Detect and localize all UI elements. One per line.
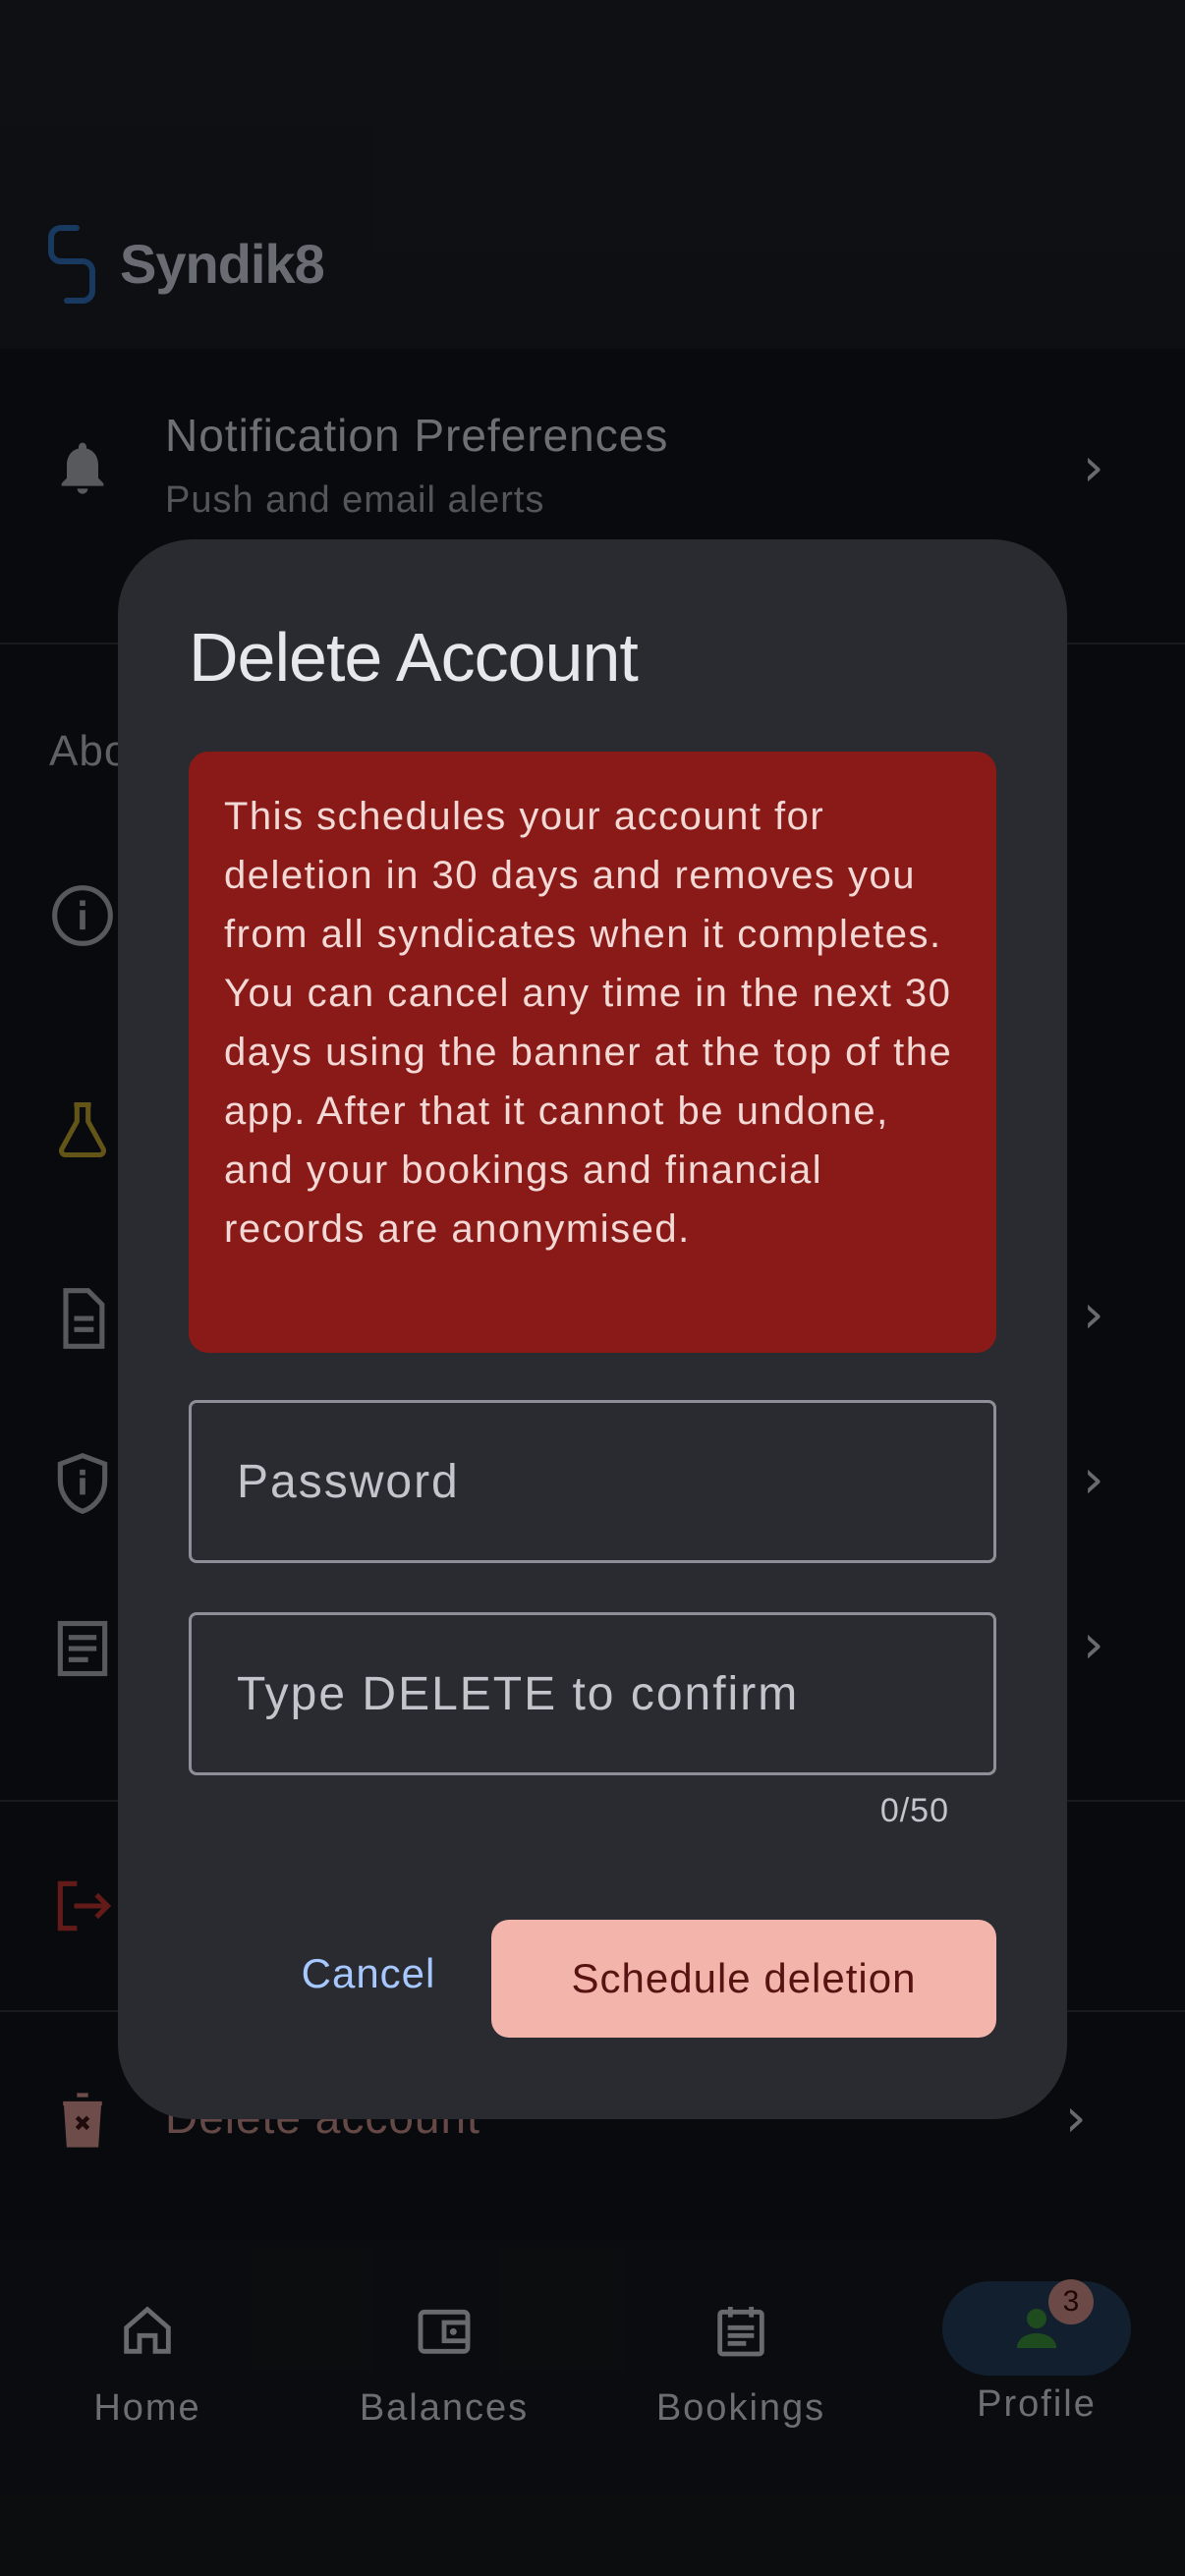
cancel-button[interactable]: Cancel <box>265 1920 472 2028</box>
warning-text: This schedules your account for deletion… <box>224 795 953 1251</box>
delete-account-dialog: Delete Account This schedules your accou… <box>118 539 1067 2119</box>
password-input[interactable] <box>237 1454 948 1509</box>
password-field[interactable] <box>189 1400 996 1563</box>
warning-banner: This schedules your account for deletion… <box>189 752 996 1353</box>
delete-confirm-field[interactable] <box>189 1612 996 1775</box>
character-counter: 0/50 <box>879 1792 949 1829</box>
delete-confirm-input[interactable] <box>237 1666 948 1721</box>
schedule-deletion-button[interactable]: Schedule deletion <box>491 1920 996 2038</box>
dialog-title: Delete Account <box>189 619 639 696</box>
